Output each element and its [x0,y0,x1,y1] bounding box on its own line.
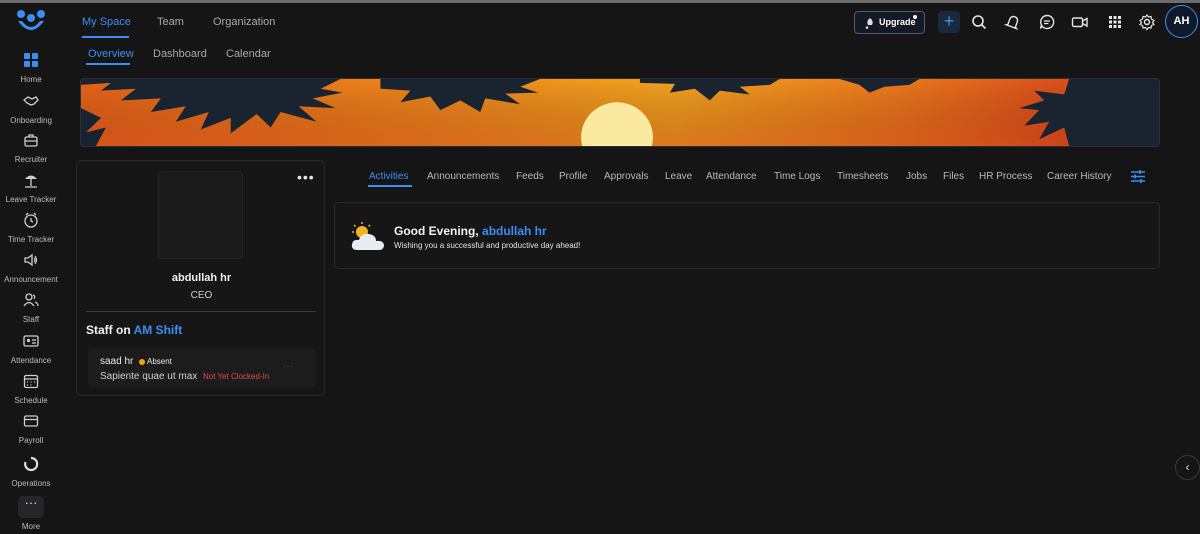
sliders-icon[interactable] [1130,169,1146,184]
apps-grid-icon[interactable] [1106,13,1124,31]
tab-dashboard[interactable]: Dashboard [153,48,207,60]
tab-attendance[interactable]: Attendance [706,171,757,182]
sidebar-item-leave-tracker[interactable]: Leave Tracker [0,171,62,204]
grid-icon [24,53,38,67]
status-dot-icon [139,359,145,365]
beach-umbrella-icon [25,175,37,188]
tab-timesheets[interactable]: Timesheets [837,171,888,182]
top-border [0,0,1200,3]
tab-jobs[interactable]: Jobs [906,171,927,182]
sidebar-item-onboarding[interactable]: Onboarding [0,92,62,125]
tab-hr-process[interactable]: HR Process [979,171,1032,182]
sidebar-item-label: Schedule [14,396,48,405]
tab-team[interactable]: Team [157,16,184,28]
calendar-icon [23,374,39,389]
divider [86,311,316,312]
staff-job-title: Sapiente quae ut max [100,371,198,382]
user-avatar-button[interactable]: AH [1165,5,1198,38]
megaphone-icon [24,253,38,267]
greeting-card: Good Evening, abdullah hr Wishing you a … [334,202,1160,269]
status-badge: Absent [147,357,172,366]
profile-photo[interactable] [158,171,243,259]
sidebar-item-label: Attendance [10,356,52,365]
search-icon[interactable] [970,13,988,31]
staff-more-button[interactable]: ··· [283,361,293,372]
tab-leave[interactable]: Leave [665,171,692,182]
notification-dot [913,15,917,19]
id-card-icon [23,335,39,347]
tab-my-space[interactable]: My Space [82,16,131,28]
tab-profile[interactable]: Profile [559,171,587,182]
profile-card: ••• abdullah hr CEO Staff on AM Shift sa… [76,160,325,396]
shift-heading-prefix: Staff on [86,323,134,337]
clock-icon [24,212,38,228]
shift-name-link[interactable]: AM Shift [134,323,183,337]
greeting-prefix: Good Evening, [394,224,483,238]
sidebar-item-label: Recruiter [14,155,48,164]
tab-calendar[interactable]: Calendar [226,48,271,60]
circle-refresh-icon [24,456,39,472]
greeting-user-name: abdullah hr [482,224,547,238]
tab-overview[interactable]: Overview [88,48,134,60]
sidebar-item-label: Payroll [18,436,44,445]
shift-heading: Staff on AM Shift [86,323,182,337]
gear-icon[interactable] [1138,13,1156,31]
tab-career-history[interactable]: Career History [1047,171,1111,182]
sun-behind-cloud-icon [351,222,384,250]
active-tab-indicator [368,185,412,187]
tab-approvals[interactable]: Approvals [604,171,648,182]
sidebar-item-operations[interactable]: Operations [0,455,62,488]
clock-in-status: Not Yet Clocked-In [203,372,270,381]
staff-name: saad hr [100,356,134,367]
sidebar-item-label: Staff [22,315,40,324]
active-subtab-indicator [86,63,130,65]
upgrade-button[interactable]: Upgrade [854,11,925,34]
tab-feeds[interactable]: Feeds [516,171,544,182]
handshake-icon [23,96,39,106]
tab-time-logs[interactable]: Time Logs [774,171,820,182]
chat-icon[interactable] [1038,13,1056,31]
active-tab-indicator [82,36,129,38]
wallet-icon [23,415,39,427]
greeting-title: Good Evening, abdullah hr [394,224,547,238]
sidebar-item-label: Onboarding [10,116,52,125]
sidebar-item-home[interactable]: Home [0,51,62,84]
sidebar-item-label: Time Tracker [7,235,55,244]
sidebar-item-schedule[interactable]: Schedule [0,372,62,405]
collapse-panel-button[interactable]: ‹ [1175,455,1200,480]
app-logo-icon[interactable] [16,9,46,35]
profile-role: CEO [190,290,213,301]
profile-name: abdullah hr [171,272,232,284]
chevron-left-icon: ‹ [1185,460,1190,474]
sidebar-item-payroll[interactable]: Payroll [0,412,62,445]
upgrade-label: Upgrade [879,17,916,27]
more-dots-icon: ··· [18,496,44,518]
sidebar-item-label: More [21,522,41,531]
sidebar-item-label: Home [20,75,42,84]
sidebar-item-more[interactable]: ··· More [0,496,62,531]
sidebar-item-time-tracker[interactable]: Time Tracker [0,211,62,244]
tab-organization[interactable]: Organization [213,16,275,28]
sidebar-item-staff[interactable]: Staff [0,291,62,324]
sidebar-item-label: Operations [11,479,51,488]
staff-list-item[interactable]: saad hr Absent Sapiente quae ut max Not … [88,349,316,387]
greeting-message: Wishing you a successful and productive … [394,241,581,250]
bell-icon[interactable] [1004,13,1022,31]
sidebar-item-attendance[interactable]: Attendance [0,332,62,365]
video-icon[interactable] [1071,13,1089,31]
rocket-icon [865,18,873,29]
briefcase-icon [24,134,38,147]
sidebar-item-label: Leave Tracker [5,195,57,204]
profile-more-menu-button[interactable]: ••• [297,169,315,185]
cover-banner-image [80,78,1160,147]
sidebar-item-announcement[interactable]: Announcement [0,251,62,284]
tab-files[interactable]: Files [943,171,964,182]
tab-activities[interactable]: Activities [369,171,408,182]
tab-announcements[interactable]: Announcements [427,171,499,182]
people-icon [23,293,39,307]
sidebar: Home Onboarding Recruiter Leave Tracker … [0,3,62,534]
add-button[interactable]: + [938,11,960,33]
sidebar-item-label: Announcement [4,275,58,284]
sidebar-item-recruiter[interactable]: Recruiter [0,131,62,164]
